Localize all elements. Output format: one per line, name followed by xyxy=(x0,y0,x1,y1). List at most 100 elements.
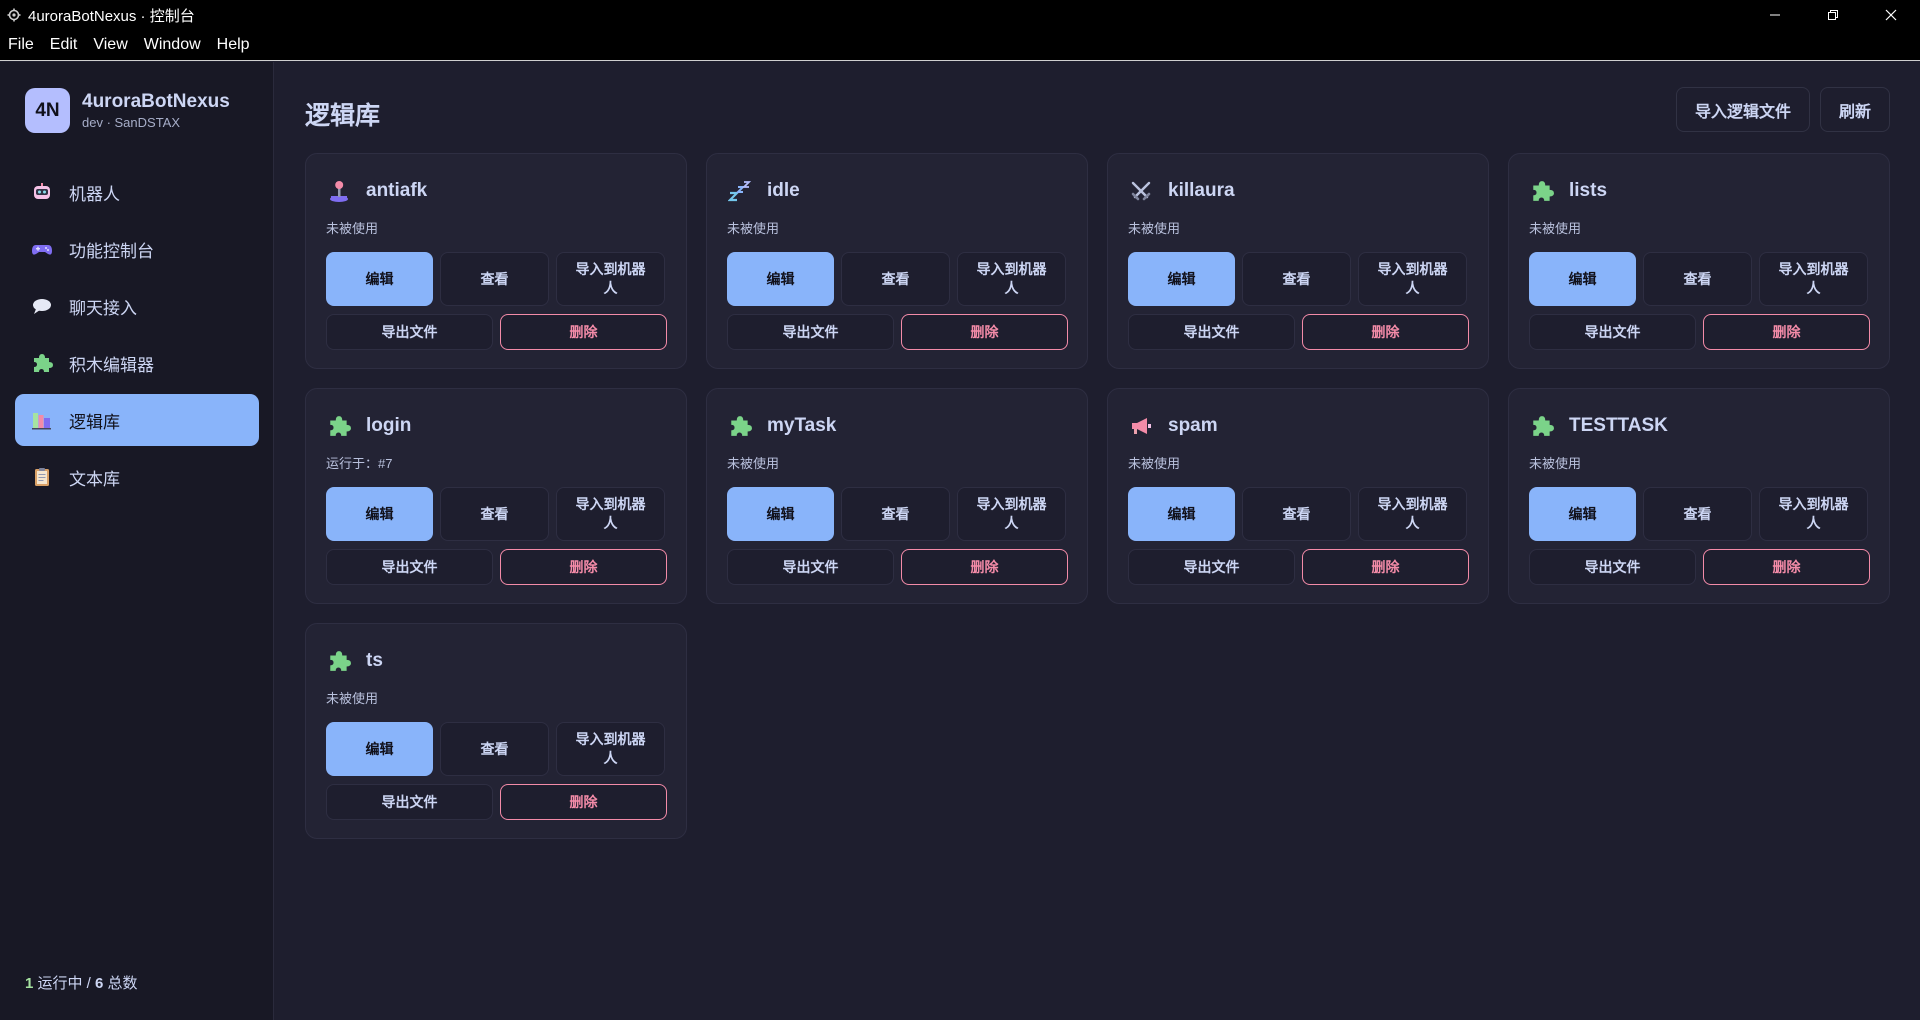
puzzle-icon xyxy=(1529,413,1555,439)
close-button[interactable] xyxy=(1862,0,1920,30)
edit-button[interactable]: 编辑 xyxy=(1128,487,1235,541)
edit-button[interactable]: 编辑 xyxy=(326,487,433,541)
logic-status: 运行于：#7 xyxy=(326,456,393,471)
delete-button[interactable]: 删除 xyxy=(1703,314,1870,350)
export-file-button[interactable]: 导出文件 xyxy=(1529,314,1696,350)
sidebar-item-console[interactable]: 功能控制台 xyxy=(15,223,259,275)
gamepad-icon xyxy=(31,238,53,260)
restore-icon xyxy=(1828,10,1838,20)
delete-button[interactable]: 删除 xyxy=(901,549,1068,585)
menu-window[interactable]: Window xyxy=(144,36,201,54)
menu-edit[interactable]: Edit xyxy=(50,36,78,54)
delete-button[interactable]: 删除 xyxy=(500,549,667,585)
import-to-bot-button[interactable]: 导入到机器人 xyxy=(1358,487,1467,541)
export-file-button[interactable]: 导出文件 xyxy=(727,549,894,585)
logic-status: 未被使用 xyxy=(727,456,780,471)
view-button[interactable]: 查看 xyxy=(1242,487,1351,541)
import-to-bot-button[interactable]: 导入到机器人 xyxy=(556,487,665,541)
import-to-bot-button[interactable]: 导入到机器人 xyxy=(556,252,665,306)
logic-name: antiafk xyxy=(366,180,428,201)
logic-name: killaura xyxy=(1168,180,1235,201)
import-to-bot-button[interactable]: 导入到机器人 xyxy=(957,487,1066,541)
export-file-button[interactable]: 导出文件 xyxy=(1128,314,1295,350)
running-label: 运行中 / xyxy=(37,975,91,992)
logic-card-login: login 运行于：#7 编辑 查看 导入到机器人 导出文件 删除 xyxy=(305,388,687,604)
brand-subtitle: dev · SanDSTAX xyxy=(82,115,181,130)
refresh-button[interactable]: 刷新 xyxy=(1819,87,1890,132)
avatar: 4N xyxy=(25,88,70,133)
sidebar-item-robots[interactable]: 机器人 xyxy=(15,166,259,218)
chat-bubble-icon xyxy=(31,295,53,317)
minimize-icon xyxy=(1770,14,1780,16)
import-to-bot-button[interactable]: 导入到机器人 xyxy=(1358,252,1467,306)
edit-button[interactable]: 编辑 xyxy=(727,487,834,541)
view-button[interactable]: 查看 xyxy=(440,722,549,776)
sidebar-nav: 机器人 功能控制台 聊天接入 积木编辑器 逻辑库 文本库 xyxy=(15,166,259,508)
view-button[interactable]: 查看 xyxy=(841,252,950,306)
sidebar-item-text-library[interactable]: 文本库 xyxy=(15,451,259,503)
menu-view[interactable]: View xyxy=(93,36,127,54)
brand-name: 4uroraBotNexus xyxy=(82,91,230,112)
import-to-bot-button[interactable]: 导入到机器人 xyxy=(556,722,665,776)
view-button[interactable]: 查看 xyxy=(841,487,950,541)
import-to-bot-button[interactable]: 导入到机器人 xyxy=(1759,252,1868,306)
sidebar-item-label: 文本库 xyxy=(69,469,120,489)
delete-button[interactable]: 删除 xyxy=(500,314,667,350)
export-file-button[interactable]: 导出文件 xyxy=(326,314,493,350)
megaphone-icon xyxy=(1128,413,1154,439)
delete-button[interactable]: 删除 xyxy=(1302,314,1469,350)
import-to-bot-button[interactable]: 导入到机器人 xyxy=(1759,487,1868,541)
books-icon xyxy=(31,409,53,431)
delete-button[interactable]: 删除 xyxy=(1302,549,1469,585)
export-file-button[interactable]: 导出文件 xyxy=(1128,549,1295,585)
sidebar-item-label: 逻辑库 xyxy=(69,412,120,432)
export-file-button[interactable]: 导出文件 xyxy=(326,784,493,820)
delete-button[interactable]: 删除 xyxy=(500,784,667,820)
menu-file[interactable]: File xyxy=(8,36,34,54)
total-count: 6 xyxy=(95,975,104,992)
crossed-swords-icon xyxy=(1128,178,1154,204)
title-bar: 4uroraBotNexus · 控制台 xyxy=(0,0,1920,30)
minimize-button[interactable] xyxy=(1746,0,1804,30)
restore-button[interactable] xyxy=(1804,0,1862,30)
delete-button[interactable]: 删除 xyxy=(901,314,1068,350)
logic-status: 未被使用 xyxy=(1128,456,1181,471)
puzzle-icon xyxy=(326,648,352,674)
sidebar-item-block-editor[interactable]: 积木编辑器 xyxy=(15,337,259,389)
running-count: 1 xyxy=(25,975,34,992)
page-title: 逻辑库 xyxy=(305,102,381,130)
import-logic-file-button[interactable]: 导入逻辑文件 xyxy=(1675,87,1810,132)
import-to-bot-button[interactable]: 导入到机器人 xyxy=(957,252,1066,306)
logic-status: 未被使用 xyxy=(326,691,379,706)
export-file-button[interactable]: 导出文件 xyxy=(727,314,894,350)
export-file-button[interactable]: 导出文件 xyxy=(1529,549,1696,585)
edit-button[interactable]: 编辑 xyxy=(326,252,433,306)
view-button[interactable]: 查看 xyxy=(1643,487,1752,541)
logic-card-idle: idle 未被使用 编辑 查看 导入到机器人 导出文件 删除 xyxy=(706,153,1088,369)
edit-button[interactable]: 编辑 xyxy=(1529,487,1636,541)
view-button[interactable]: 查看 xyxy=(440,487,549,541)
puzzle-icon xyxy=(1529,178,1555,204)
menu-help[interactable]: Help xyxy=(217,36,250,54)
sleep-icon xyxy=(727,178,753,204)
logic-card-antiafk: antiafk 未被使用 编辑 查看 导入到机器人 导出文件 删除 xyxy=(305,153,687,369)
logic-card-spam: spam 未被使用 编辑 查看 导入到机器人 导出文件 删除 xyxy=(1107,388,1489,604)
view-button[interactable]: 查看 xyxy=(1643,252,1752,306)
menu-bar: File Edit View Window Help xyxy=(0,30,1920,61)
edit-button[interactable]: 编辑 xyxy=(1128,252,1235,306)
edit-button[interactable]: 编辑 xyxy=(326,722,433,776)
brand: 4N 4uroraBotNexus dev · SanDSTAX xyxy=(25,88,230,133)
robot-icon xyxy=(31,181,53,203)
export-file-button[interactable]: 导出文件 xyxy=(326,549,493,585)
sidebar-item-logic-library[interactable]: 逻辑库 xyxy=(15,394,259,446)
edit-button[interactable]: 编辑 xyxy=(727,252,834,306)
delete-button[interactable]: 删除 xyxy=(1703,549,1870,585)
edit-button[interactable]: 编辑 xyxy=(1529,252,1636,306)
puzzle-icon xyxy=(727,413,753,439)
view-button[interactable]: 查看 xyxy=(440,252,549,306)
window-title: 4uroraBotNexus · 控制台 xyxy=(28,7,195,25)
clipboard-icon xyxy=(31,466,53,488)
sidebar-item-chat[interactable]: 聊天接入 xyxy=(15,280,259,332)
view-button[interactable]: 查看 xyxy=(1242,252,1351,306)
sidebar-item-label: 功能控制台 xyxy=(69,241,154,261)
